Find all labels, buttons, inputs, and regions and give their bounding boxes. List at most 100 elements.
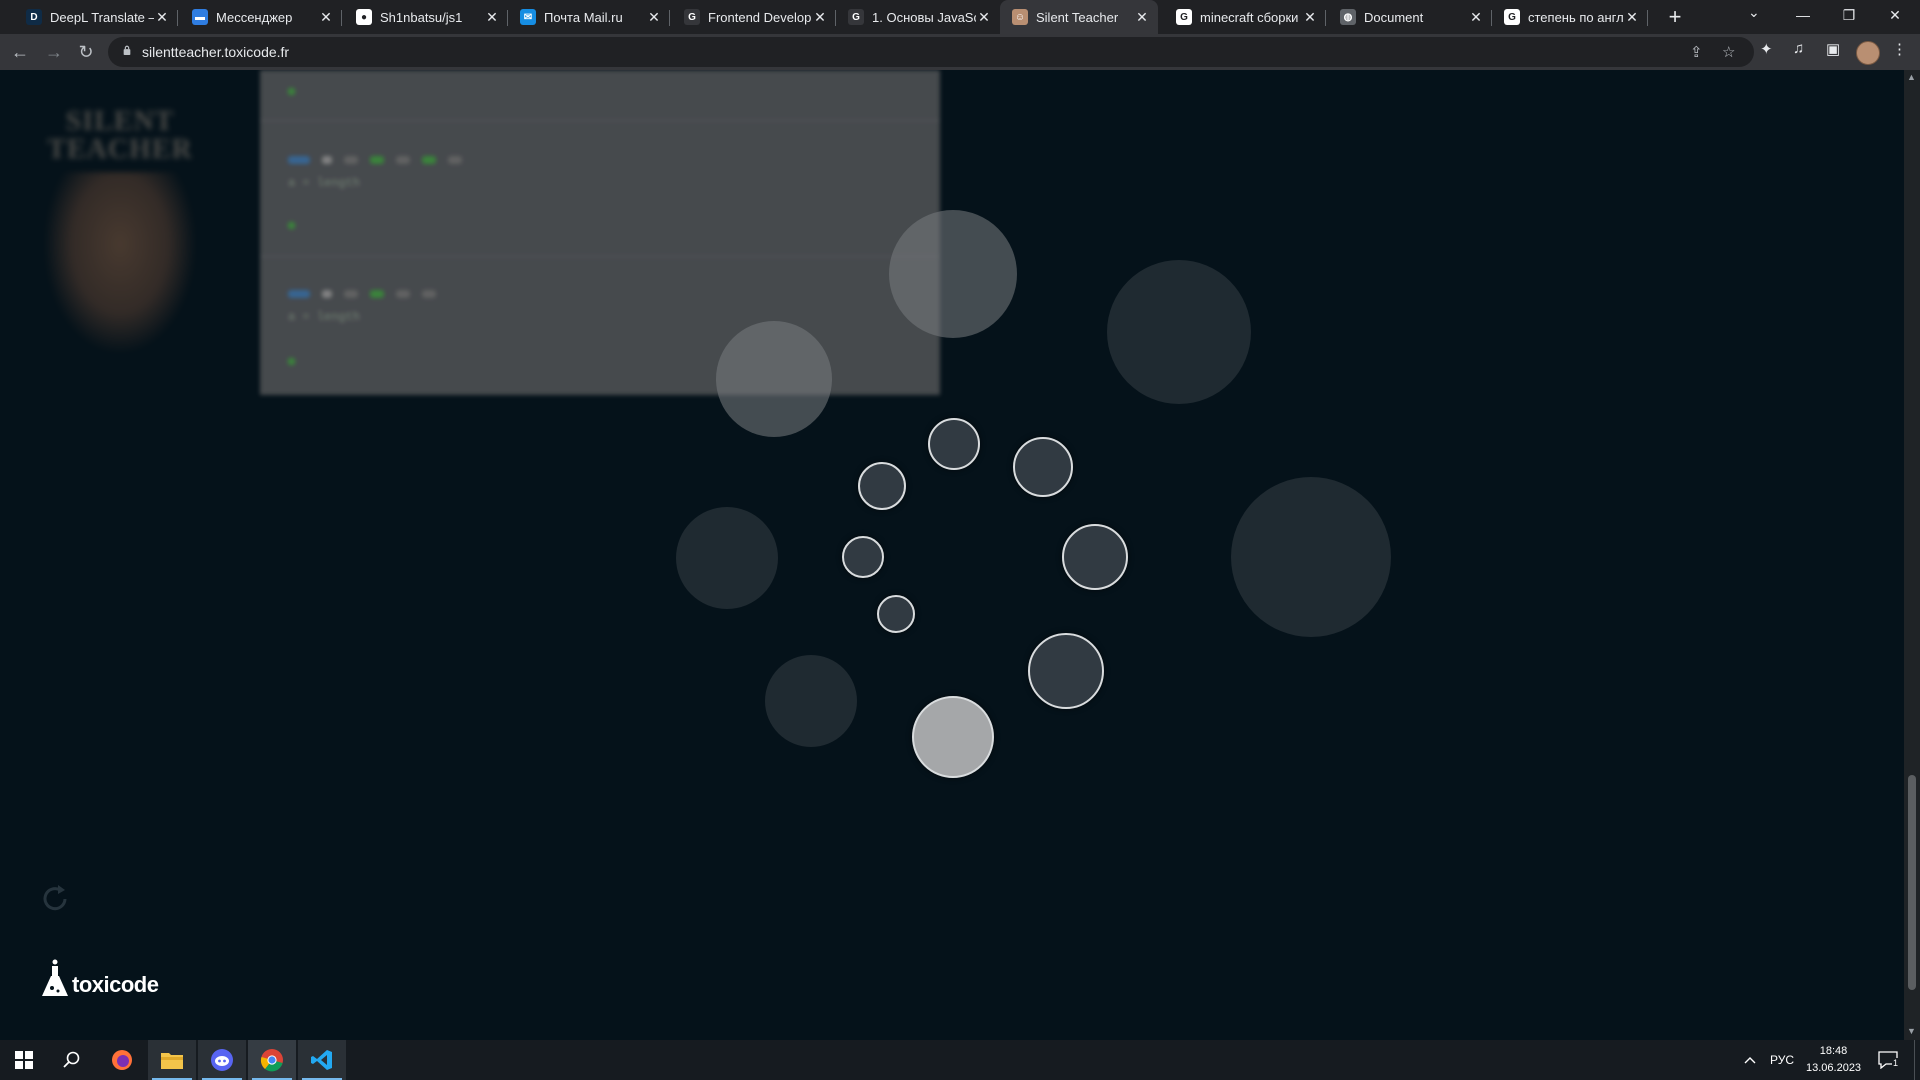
forward-icon[interactable]: → xyxy=(42,40,66,64)
tab-title: степень по англи xyxy=(1528,9,1624,25)
taskbar: РУС 18:48 13.06.2023 1 xyxy=(0,1040,1920,1080)
tab-close-icon[interactable]: ✕ xyxy=(646,9,662,26)
browser-toolbar: ← → ↻ silentteacher.toxicode.fr ⇪ ☆ xyxy=(0,34,1920,70)
tab-10[interactable]: Gстепень по англи ✕ xyxy=(1492,0,1648,34)
loader-dot xyxy=(1028,633,1104,709)
extensions-icon[interactable]: ✦ xyxy=(1760,40,1773,58)
logo-text-line1: SILENT xyxy=(65,106,175,137)
tab-close-icon[interactable]: ✕ xyxy=(154,9,170,26)
tab-title: Почта Mail.ru xyxy=(544,9,623,25)
loader-bubble xyxy=(765,655,857,747)
tab-close-icon[interactable]: ✕ xyxy=(1134,9,1150,26)
tab-strip: DDeepL Translate – C✕▬Мессенджер✕●Sh1nba… xyxy=(0,0,1920,34)
tab-title: Мессенджер xyxy=(216,9,293,25)
code-line: a = length xyxy=(288,176,361,190)
lock-icon xyxy=(123,45,131,55)
side-panel-icon[interactable]: ▣ xyxy=(1826,40,1840,58)
tab-close-icon[interactable]: ✕ xyxy=(1468,9,1484,26)
google-icon: G xyxy=(1176,9,1192,25)
github-icon: ● xyxy=(356,9,372,25)
deepl-icon: D xyxy=(26,9,42,25)
tab-title: DeepL Translate – C xyxy=(50,9,154,25)
share-icon[interactable]: ⇪ xyxy=(1690,43,1703,61)
tab-title: minecraft сборки xyxy=(1200,9,1299,25)
clock-time: 18:48 xyxy=(1819,1045,1848,1057)
tab-5[interactable]: G Frontend Develop ✕ xyxy=(672,0,836,34)
tab-close-icon[interactable]: ✕ xyxy=(484,9,500,26)
loader-bubble xyxy=(1231,477,1391,637)
close-window-button[interactable]: ✕ xyxy=(1872,0,1918,34)
silent-teacher-icon: ☺ xyxy=(1012,9,1028,25)
tab-8[interactable]: Gminecraft сборки ✕ xyxy=(1164,0,1326,34)
minimize-button[interactable]: — xyxy=(1780,0,1826,34)
loader-bubble xyxy=(676,507,778,609)
menu-kebab-icon[interactable]: ⋮ xyxy=(1892,40,1907,58)
url-text: silentteacher.toxicode.fr xyxy=(142,44,290,60)
tab-separator xyxy=(1325,10,1326,26)
loader-dot xyxy=(858,462,906,510)
loader-dot-active xyxy=(912,696,994,778)
language-indicator[interactable]: РУС xyxy=(1770,1040,1794,1080)
tab-search-chevron-icon[interactable]: ⌄ xyxy=(1748,4,1760,21)
restore-button[interactable]: ❐ xyxy=(1826,0,1872,34)
tab-title: Frontend Develop xyxy=(708,9,812,25)
scrollbar-thumb[interactable] xyxy=(1908,775,1916,990)
vscode-icon[interactable] xyxy=(298,1040,346,1080)
tab-1[interactable]: D DeepL Translate – C✕ xyxy=(14,0,178,34)
code-token-row xyxy=(288,290,436,300)
media-control-icon[interactable]: ♫ xyxy=(1793,40,1804,57)
loader-bubble xyxy=(1107,260,1251,404)
address-bar[interactable]: silentteacher.toxicode.fr ⇪ ☆ xyxy=(108,37,1754,67)
code-marker xyxy=(288,358,295,365)
profile-avatar[interactable] xyxy=(1856,41,1880,65)
bookmark-star-icon[interactable]: ☆ xyxy=(1722,43,1735,61)
chrome-icon[interactable] xyxy=(248,1040,296,1080)
logo-text-line2: TEACHER xyxy=(47,134,193,165)
tab-7[interactable]: ☺ Silent Teacher ✕ xyxy=(1000,0,1158,34)
code-marker xyxy=(288,88,295,95)
tab-title: Document xyxy=(1364,9,1424,25)
discord-icon[interactable] xyxy=(198,1040,246,1080)
system-clock[interactable]: 18:48 13.06.2023 xyxy=(1806,1043,1861,1077)
page-scrollbar[interactable]: ▲ ▼ xyxy=(1904,70,1920,1040)
file-explorer-icon[interactable] xyxy=(148,1040,196,1080)
back-icon[interactable]: ← xyxy=(8,40,32,64)
tab-close-icon[interactable]: ✕ xyxy=(318,9,334,26)
reload-icon[interactable]: ↻ xyxy=(74,40,98,64)
code-token-row xyxy=(288,156,462,166)
tray-overflow-chevron-icon[interactable] xyxy=(1744,1040,1756,1080)
tab-close-icon[interactable]: ✕ xyxy=(1624,9,1640,26)
toxicode-brand[interactable]: toxicode xyxy=(40,958,159,998)
tab-separator xyxy=(177,10,178,26)
gc-icon: G xyxy=(848,9,864,25)
new-tab-button[interactable]: + xyxy=(1662,4,1688,30)
search-icon[interactable] xyxy=(48,1040,96,1080)
tab-title: Sh1nbatsu/js1 xyxy=(380,9,463,25)
refresh-icon[interactable] xyxy=(38,882,72,916)
mail-icon: ✉ xyxy=(520,9,536,25)
loader-dot xyxy=(877,595,915,633)
code-line: a = length xyxy=(288,310,361,324)
tab-separator xyxy=(1647,10,1648,26)
loader-dot xyxy=(842,536,884,578)
tab-separator xyxy=(341,10,342,26)
notification-center-icon[interactable]: 1 xyxy=(1878,1040,1900,1080)
firefox-icon[interactable] xyxy=(98,1040,146,1080)
tab-6[interactable]: G 1. Основы JavaScr ✕ xyxy=(836,0,1000,34)
show-desktop-button[interactable] xyxy=(1914,1040,1920,1080)
loader-dot xyxy=(1013,437,1073,497)
code-panel: a = length a = length xyxy=(260,70,940,395)
tab-4[interactable]: ✉ Почта Mail.ru ✕ xyxy=(508,0,670,34)
tab-3[interactable]: ● Sh1nbatsu/js1 ✕ xyxy=(344,0,508,34)
tab-separator xyxy=(669,10,670,26)
tab-close-icon[interactable]: ✕ xyxy=(1302,9,1318,26)
scroll-up-icon[interactable]: ▲ xyxy=(1907,72,1916,82)
tab-9[interactable]: ◍ Document ✕ xyxy=(1328,0,1492,34)
scroll-down-icon[interactable]: ▼ xyxy=(1907,1026,1916,1036)
tab-2[interactable]: ▬ Мессенджер ✕ xyxy=(180,0,342,34)
windows-start-icon[interactable] xyxy=(0,1040,48,1080)
tab-close-icon[interactable]: ✕ xyxy=(976,9,992,26)
tab-close-icon[interactable]: ✕ xyxy=(812,9,828,26)
google-icon: G xyxy=(1504,9,1520,25)
loader-bubble xyxy=(889,210,1017,338)
